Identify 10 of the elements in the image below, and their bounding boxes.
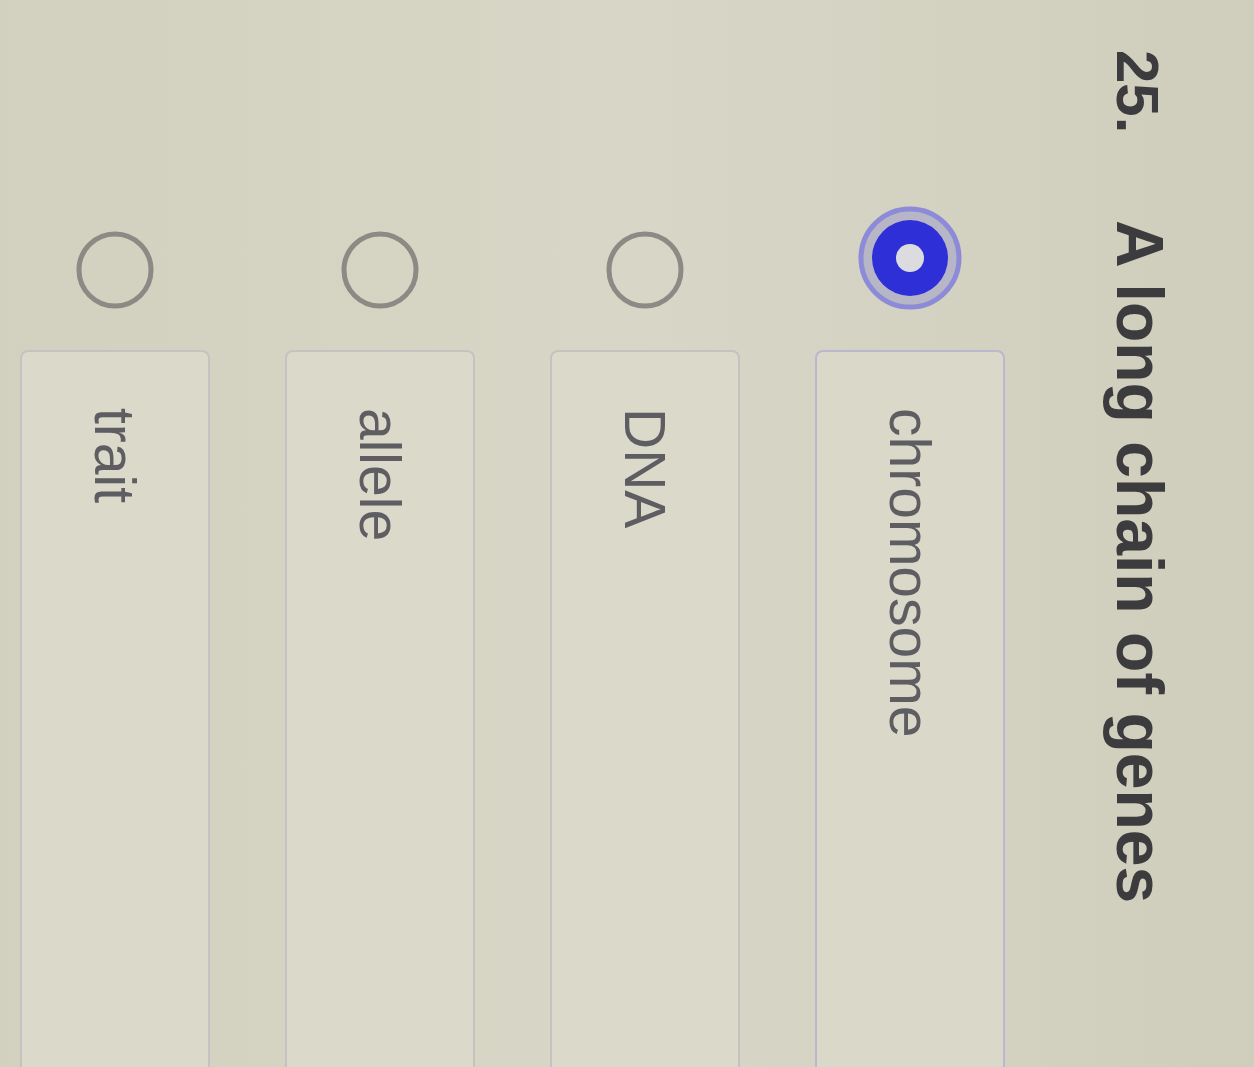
question-number: 25. [1103, 50, 1172, 136]
radio-button[interactable] [340, 230, 420, 310]
answer-option[interactable]: DNA [550, 350, 740, 1067]
radio-button[interactable] [75, 230, 155, 310]
question-text: A long chain of genes [1103, 220, 1176, 904]
radio-button[interactable] [858, 206, 962, 310]
answer-option[interactable]: trait [20, 350, 210, 1067]
radio-button[interactable] [605, 230, 685, 310]
answer-option[interactable]: allele [285, 350, 475, 1067]
answer-option[interactable]: chromosome [815, 350, 1005, 1067]
